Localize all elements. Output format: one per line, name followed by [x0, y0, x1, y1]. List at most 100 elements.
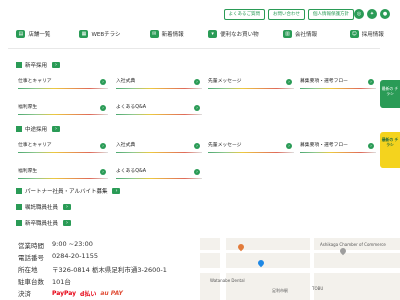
nav-label: 採用情報 [361, 32, 384, 38]
twitter-icon[interactable]: ✦ [367, 9, 377, 19]
payment-row: 決済 PayPay d払い au PAY [18, 288, 200, 299]
chevron-right-icon: › [100, 79, 106, 85]
nav-web-flyer[interactable]: ▦ WEBチラシ [67, 25, 134, 43]
map-label: 足利市駅 [272, 288, 288, 293]
link-entrance[interactable]: 入社式典 › [116, 139, 202, 153]
link-career[interactable]: 仕事とキャリア › [18, 139, 108, 153]
section-mid-career[interactable]: 中途採用 › [16, 125, 61, 133]
social-links: ◎ ✦ ● [354, 9, 390, 19]
link-faq[interactable]: よくあるQ&A › [116, 165, 202, 179]
store-icon: ▤ [16, 30, 26, 38]
arrow-right-icon: › [63, 204, 72, 210]
link-message[interactable]: 先輩メッセージ › [208, 75, 294, 89]
section-title: 嘱託職員社員 [25, 205, 59, 211]
phone-label: 電話番号 [18, 254, 44, 262]
chevron-right-icon: › [194, 79, 200, 85]
link-entrance[interactable]: 入社式典 › [116, 75, 202, 89]
dpay-logo: d払い [80, 290, 97, 298]
chevron-right-icon: › [194, 105, 200, 111]
payment-label: 決済 [18, 290, 31, 298]
store-info: 営業時間 9:00 ~23:00 電話番号 0284-20-1155 所在地 〒… [0, 238, 200, 300]
address-value: 〒326-0814 栃木県足利市通3-2600-1 [52, 266, 167, 274]
section-part-time[interactable]: パートナー社員・アルバイト募集 › [16, 187, 121, 195]
side-flyer-badge[interactable]: 最新の チラシ [380, 80, 400, 108]
nav-label: 便利なお買い物 [220, 32, 259, 38]
chevron-right-icon: › [100, 105, 106, 111]
nav-shopping[interactable]: ▾ 便利なお買い物 [200, 25, 267, 43]
section-title: 新卒採用 [25, 63, 48, 69]
paypay-logo: PayPay [52, 289, 77, 297]
map-label: Ashikaga Chamber of Commerce [320, 242, 386, 247]
section-new-grad[interactable]: 新卒採用 › [16, 61, 61, 69]
privacy-link[interactable]: 個人情報保護方針 [308, 9, 354, 20]
hours-label: 営業時間 [18, 242, 44, 250]
store-map[interactable]: Watanabe Dental Ashikaga Chamber of Comm… [200, 238, 400, 300]
line-icon[interactable]: ● [380, 9, 390, 19]
map-pin-icon[interactable] [256, 258, 266, 268]
arrow-right-icon: › [63, 220, 72, 226]
building-icon: ▥ [283, 30, 293, 38]
bullet-icon [16, 62, 22, 68]
hours-row: 営業時間 9:00 ~23:00 [18, 240, 200, 250]
nav-store-list[interactable]: ▤ 店舗一覧 [0, 25, 67, 43]
section-contract[interactable]: 嘱託職員社員 › [16, 203, 72, 211]
section-title: 新卒職員社員 [25, 221, 59, 227]
link-label: 募集要項・選考フロー [300, 143, 348, 148]
link-label: よくあるQ&A [116, 169, 146, 174]
bullet-icon [16, 204, 22, 210]
chevron-right-icon: › [368, 143, 374, 149]
nav-label: 店舗一覧 [28, 32, 51, 38]
chevron-right-icon: › [194, 143, 200, 149]
link-label: 福利厚生 [18, 169, 38, 174]
link-benefits[interactable]: 福利厚生 › [18, 101, 108, 115]
chevron-right-icon: › [194, 169, 200, 175]
link-career[interactable]: 仕事とキャリア › [18, 75, 108, 89]
nav-recruit[interactable]: ☺ 採用情報 [333, 25, 400, 43]
chevron-right-icon: › [100, 143, 106, 149]
link-benefits[interactable]: 福利厚生 › [18, 165, 108, 179]
utility-bar: よくあるご質問 お問い合わせ 個人情報保護方針 [223, 9, 354, 20]
main-nav: ▤ 店舗一覧 ▦ WEBチラシ ✉ 新着情報 ▾ 便利なお買い物 ▥ 会社情報 … [0, 25, 400, 43]
phone-row: 電話番号 0284-20-1155 [18, 252, 200, 262]
recruit-dropdown: 新卒採用 › 仕事とキャリア › 入社式典 › 先輩メッセージ › 募集要項・選考フロ… [8, 48, 380, 236]
flyer-icon: ▦ [79, 30, 89, 38]
payment-logos: PayPay d払い au PAY [52, 288, 123, 298]
chevron-right-icon: › [100, 169, 106, 175]
parking-row: 駐車台数 101台 [18, 276, 200, 286]
news-icon: ✉ [149, 30, 159, 38]
hours-value: 9:00 ~23:00 [52, 240, 93, 248]
person-icon: ☺ [349, 30, 359, 38]
map-label: Watanabe Dental [210, 278, 245, 283]
nav-label: WEBチラシ [91, 32, 121, 38]
link-label: 先輩メッセージ [208, 143, 242, 148]
side-flyer-badge-yellow[interactable]: 最新の チラシ [380, 132, 400, 168]
link-requirements[interactable]: 募集要項・選考フロー › [300, 75, 376, 89]
map-pin-icon[interactable] [338, 246, 348, 256]
map-label: TOBU [312, 286, 324, 291]
parking-value: 101台 [52, 278, 71, 286]
section-title: 中途採用 [25, 127, 48, 133]
address-label: 所在地 [18, 266, 38, 274]
link-label: 仕事とキャリア [18, 143, 52, 148]
link-label: 先輩メッセージ [208, 79, 242, 84]
arrow-right-icon: › [52, 62, 61, 68]
parking-label: 駐車台数 [18, 278, 44, 286]
faq-link[interactable]: よくあるご質問 [223, 9, 265, 20]
section-title: パートナー社員・アルバイト募集 [25, 189, 108, 195]
link-faq[interactable]: よくあるQ&A › [116, 101, 202, 115]
address-row: 所在地 〒326-0814 栃木県足利市通3-2600-1 [18, 264, 200, 274]
chevron-right-icon: › [286, 143, 292, 149]
contact-link[interactable]: お問い合わせ [268, 9, 305, 20]
nav-company[interactable]: ▥ 会社情報 [267, 25, 334, 43]
instagram-icon[interactable]: ◎ [354, 9, 364, 19]
link-label: 入社式典 [116, 143, 136, 148]
link-message[interactable]: 先輩メッセージ › [208, 139, 294, 153]
nav-news[interactable]: ✉ 新着情報 [133, 25, 200, 43]
arrow-right-icon: › [112, 188, 121, 194]
link-requirements[interactable]: 募集要項・選考フロー › [300, 139, 376, 153]
aupay-logo: au PAY [100, 289, 123, 297]
chevron-right-icon: › [286, 79, 292, 85]
arrow-right-icon: › [52, 126, 61, 132]
section-new-employee[interactable]: 新卒職員社員 › [16, 219, 72, 227]
phone-value[interactable]: 0284-20-1155 [52, 252, 98, 262]
